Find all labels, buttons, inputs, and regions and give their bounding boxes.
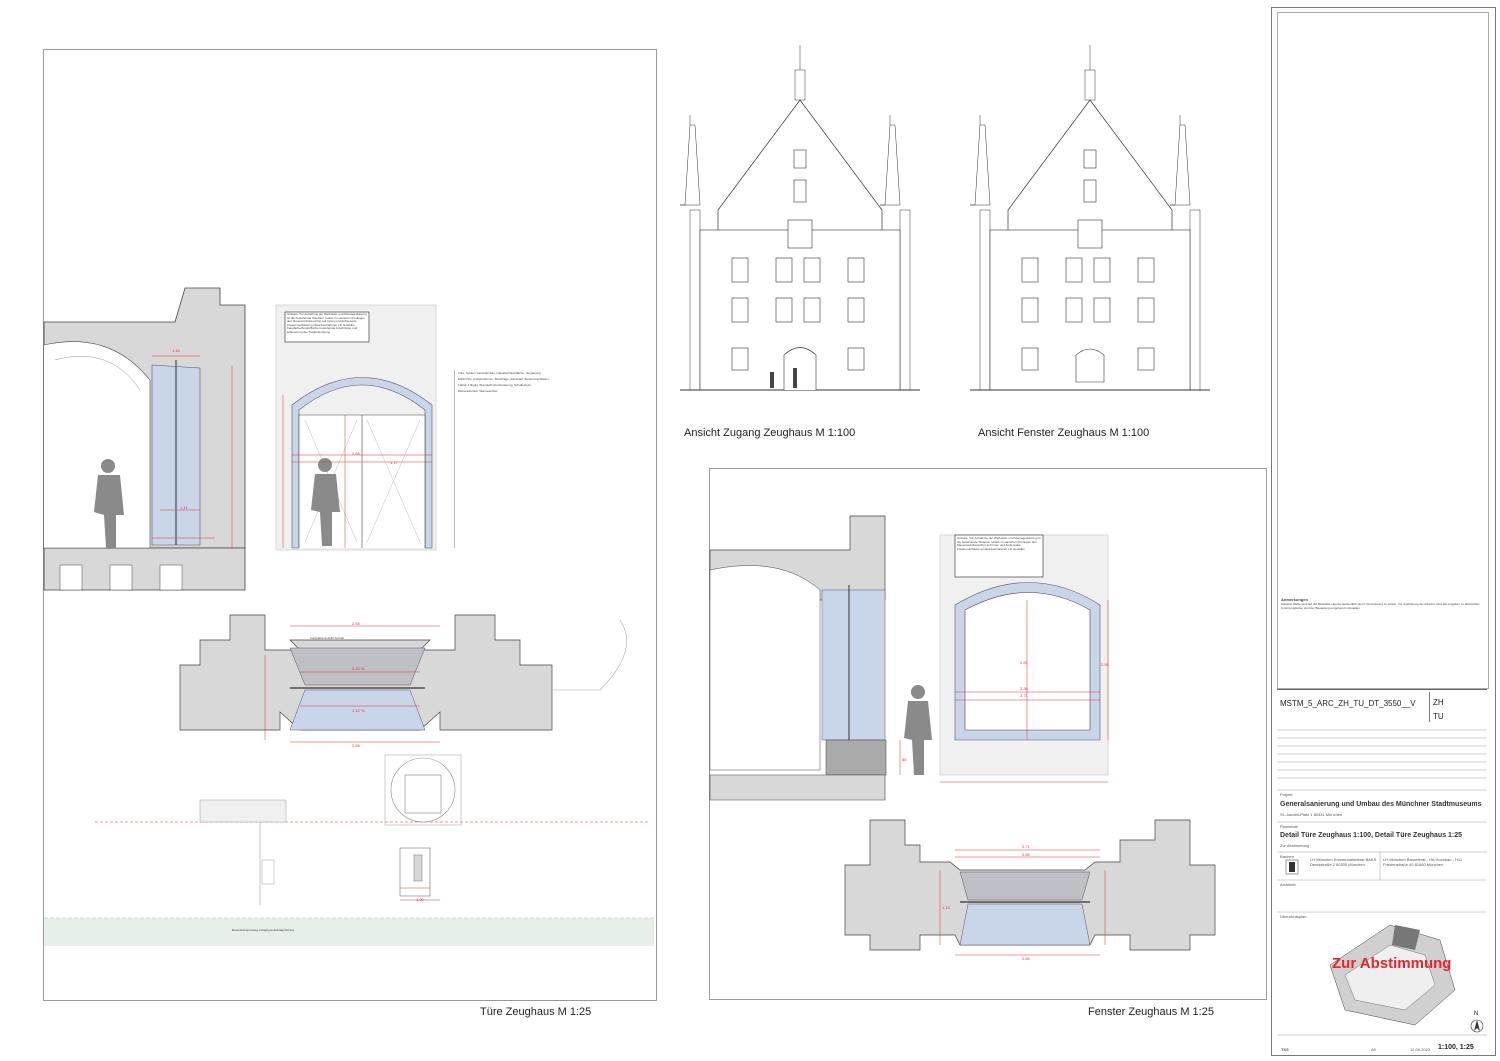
scale-value: 1:100, 1:25 (1438, 1044, 1474, 1051)
north-arrow-icon (1470, 1019, 1484, 1033)
north-label: N (1474, 1011, 1479, 1017)
index-value: TK5 (1281, 1047, 1289, 1052)
date-value: 12.05.2023 (1410, 1047, 1431, 1052)
format-value: A0 (1371, 1047, 1376, 1052)
